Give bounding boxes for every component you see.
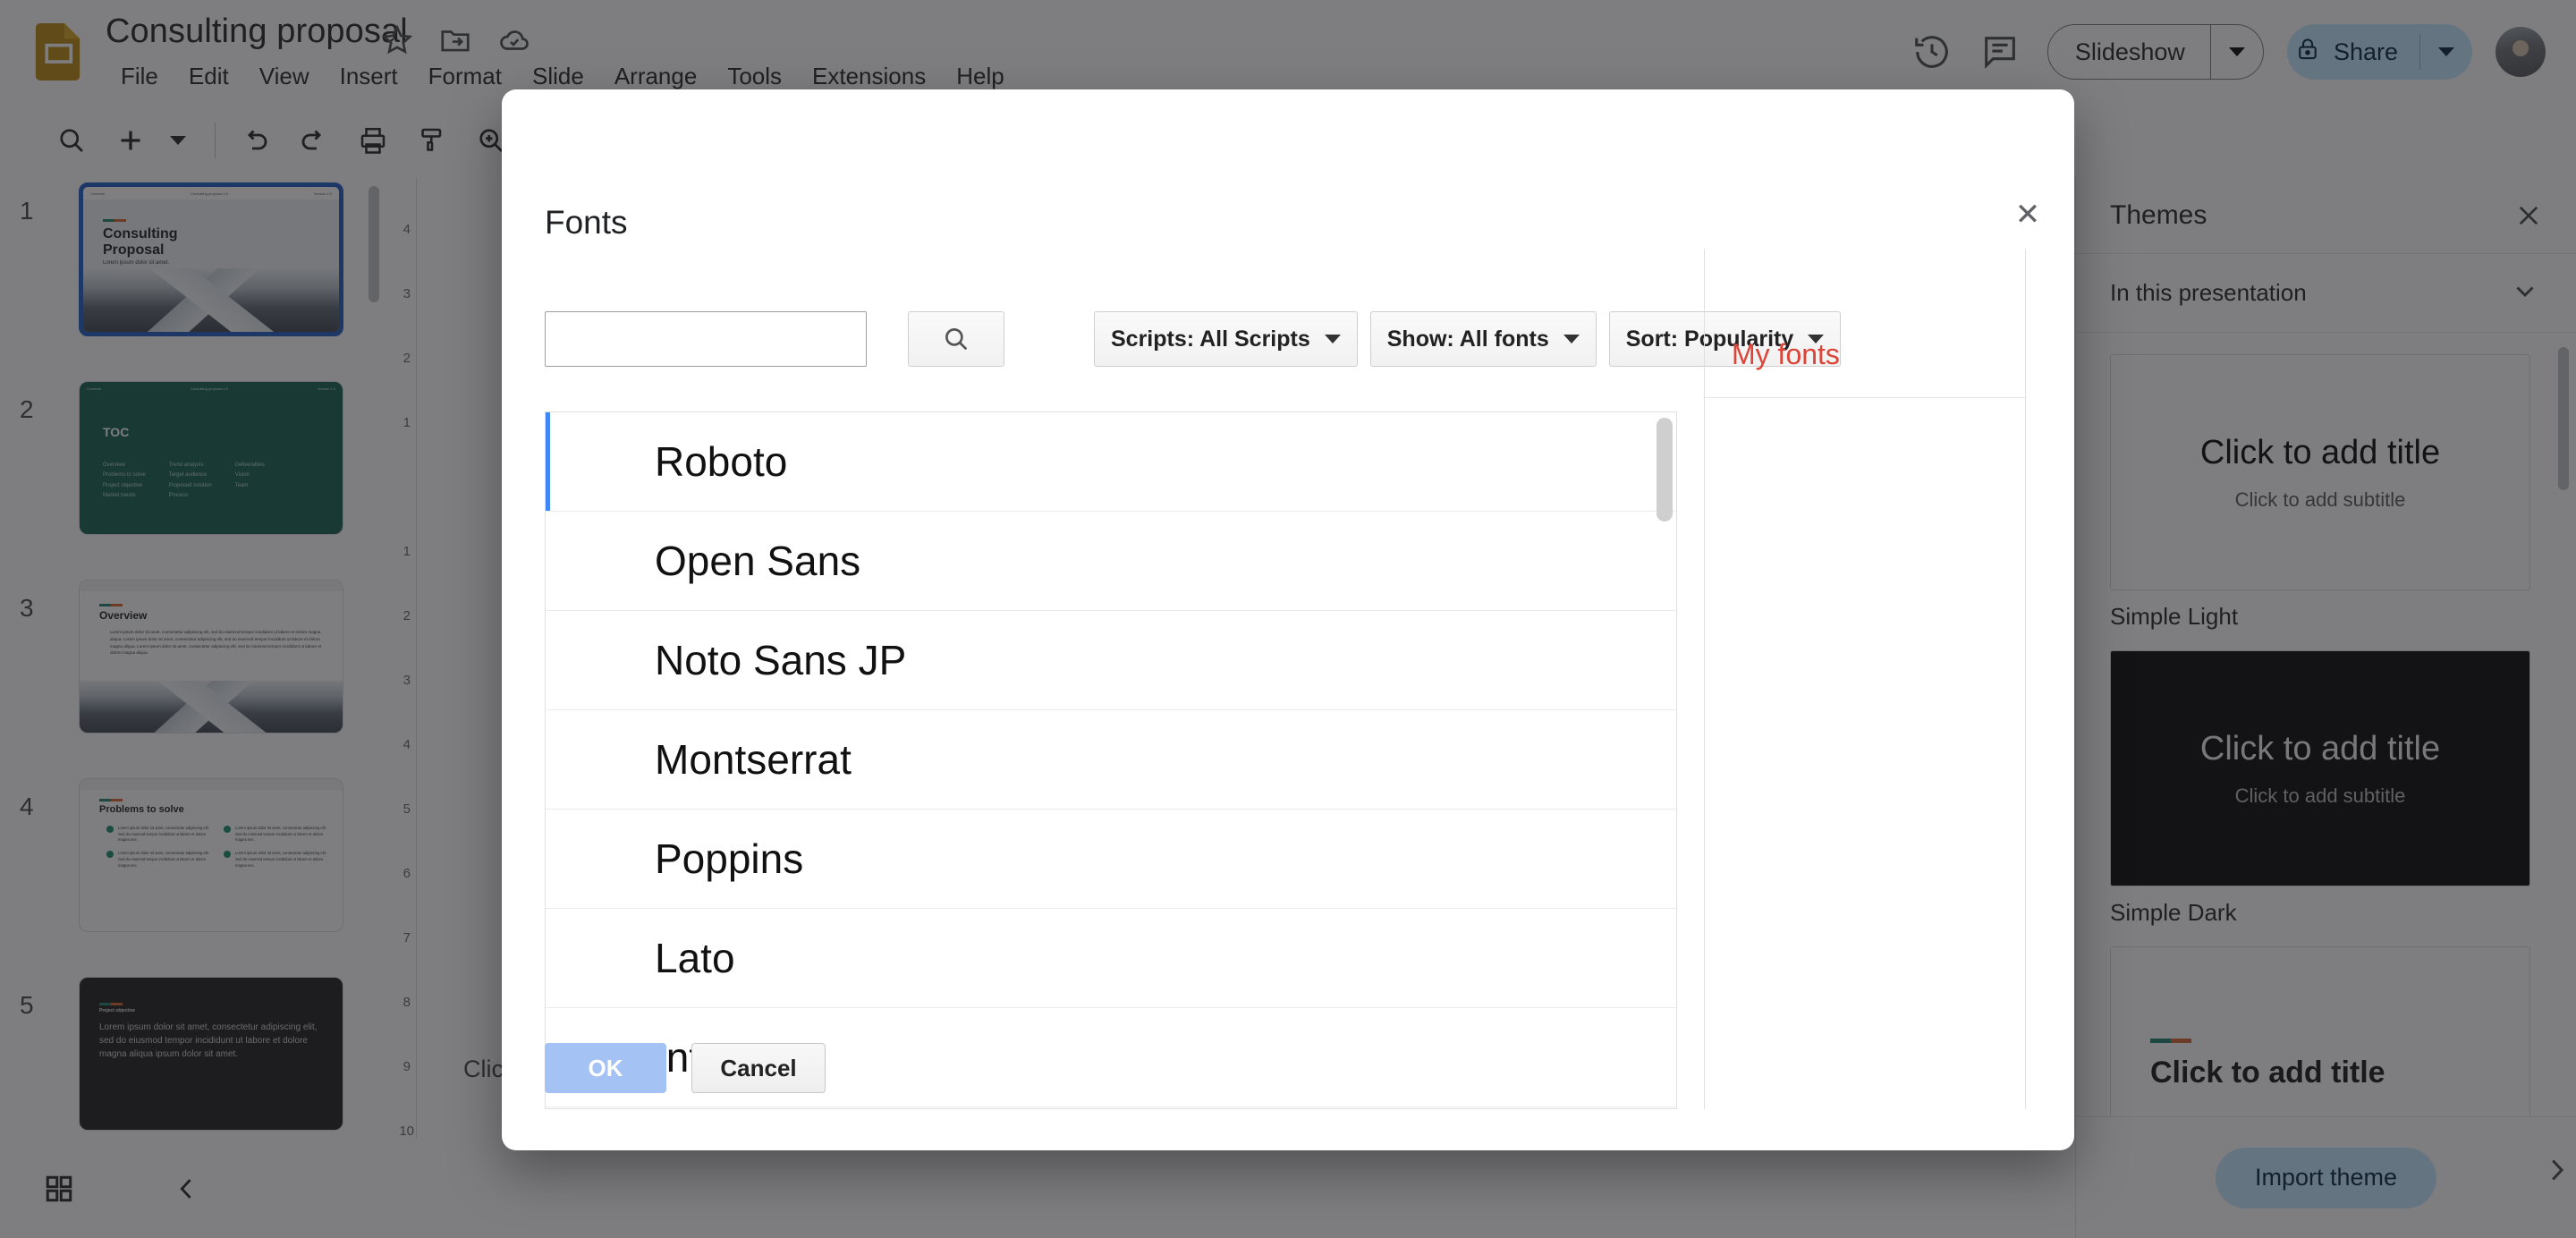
dialog-title: Fonts — [545, 204, 628, 241]
font-list-item[interactable]: Noto Sans JP — [546, 611, 1676, 710]
font-list[interactable]: Roboto Open Sans Noto Sans JP Montserrat… — [545, 411, 1677, 1109]
dialog-footer: OK Cancel — [545, 1043, 826, 1093]
my-fonts-divider — [1705, 397, 2025, 398]
my-fonts-label: My fonts — [1732, 338, 1840, 370]
ok-button[interactable]: OK — [545, 1043, 666, 1093]
scripts-dropdown-label: Scripts: All Scripts — [1111, 326, 1310, 352]
search-button[interactable] — [908, 311, 1004, 367]
show-dropdown[interactable]: Show: All fonts — [1369, 311, 1597, 367]
show-dropdown-label: Show: All fonts — [1386, 326, 1549, 352]
font-list-item[interactable]: Roboto — [546, 412, 1676, 512]
my-fonts-panel[interactable]: My fonts — [1704, 249, 2026, 1109]
font-list-item[interactable]: Lato — [546, 909, 1676, 1008]
fonts-controls-row: Scripts: All Scripts Show: All fonts Sor… — [545, 311, 1842, 367]
font-list-item[interactable]: Open Sans — [546, 512, 1676, 611]
chevron-down-icon — [1324, 335, 1341, 343]
font-list-item[interactable]: Poppins — [546, 810, 1676, 909]
chevron-down-icon — [1563, 335, 1580, 343]
cancel-button[interactable]: Cancel — [691, 1043, 826, 1093]
slides-app-window: Consulting proposal File Edit View Inser… — [0, 0, 2576, 1238]
font-list-scrollbar[interactable] — [1657, 418, 1673, 521]
scripts-dropdown[interactable]: Scripts: All Scripts — [1094, 311, 1358, 367]
fonts-dialog[interactable]: Fonts ✕ Scripts: All Scripts Show: All f… — [502, 89, 2074, 1150]
search-icon — [941, 324, 971, 354]
search-input[interactable] — [545, 311, 867, 367]
close-icon[interactable]: ✕ — [2008, 195, 2047, 234]
font-list-item[interactable]: Montserrat — [546, 710, 1676, 810]
